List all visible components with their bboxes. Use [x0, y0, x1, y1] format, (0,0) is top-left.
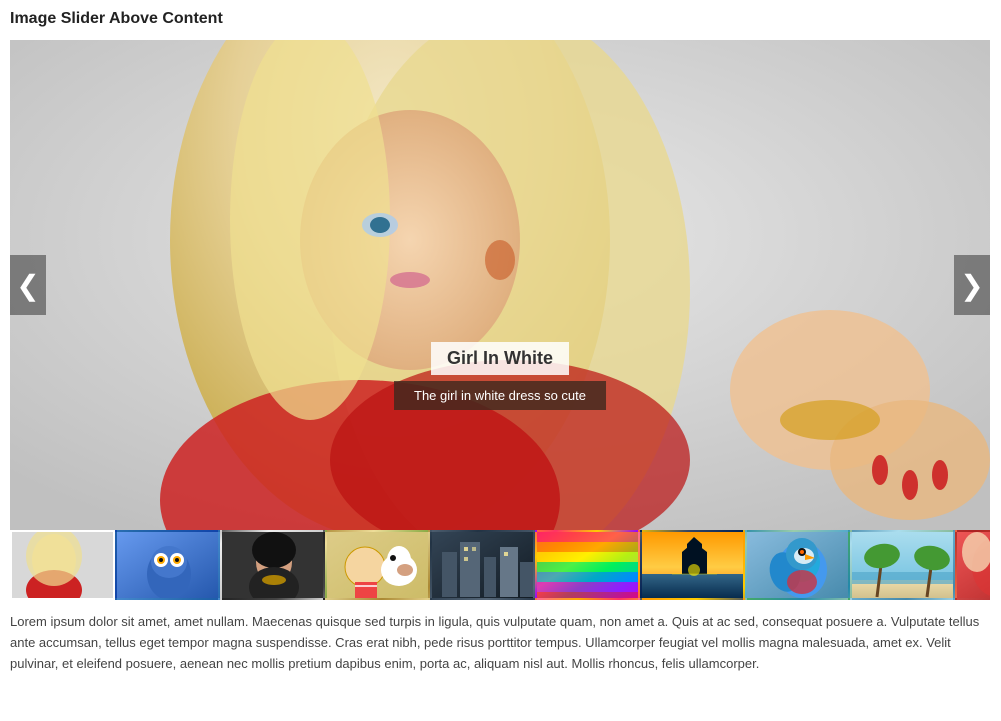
body-text: Lorem ipsum dolor sit amet, amet nullam.… — [10, 612, 990, 674]
thumbnail-10[interactable] — [955, 530, 990, 600]
thumbnail-8[interactable] — [745, 530, 850, 600]
slide-description: The girl in white dress so cute — [394, 381, 606, 410]
slide-title: Girl In White — [431, 342, 569, 375]
slide-image — [10, 40, 990, 530]
slide-caption: Girl In White The girl in white dress so… — [394, 342, 606, 410]
thumbnail-9[interactable] — [850, 530, 955, 600]
thumbnail-5[interactable] — [430, 530, 535, 600]
page-title: Image Slider Above Content — [10, 10, 991, 28]
image-slider: Girl In White The girl in white dress so… — [10, 40, 990, 530]
thumbnail-strip — [10, 530, 990, 600]
thumbnail-6[interactable] — [535, 530, 640, 600]
thumbnail-3[interactable] — [220, 530, 325, 600]
slider-prev-button[interactable]: ❮ — [10, 255, 46, 315]
thumbnail-2[interactable] — [115, 530, 220, 600]
thumbnail-4[interactable] — [325, 530, 430, 600]
slider-next-button[interactable]: ❯ — [954, 255, 990, 315]
thumbnail-7[interactable] — [640, 530, 745, 600]
thumbnail-1[interactable] — [10, 530, 115, 600]
